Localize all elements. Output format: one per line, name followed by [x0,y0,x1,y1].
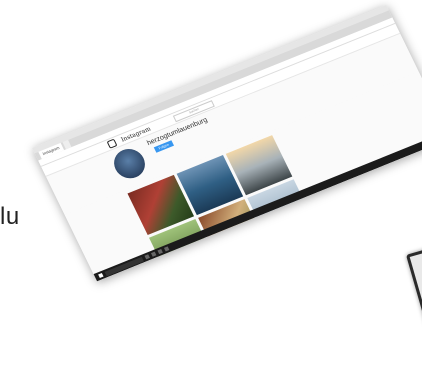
background-partial-text: lu [0,203,20,230]
windows-start-icon[interactable] [98,272,104,279]
monitor-screen: Instagram Instagram Suchen herzogtumlaue… [32,4,422,282]
taskbar-app-icon[interactable] [144,254,150,260]
second-monitor-screen [409,247,422,360]
avatar[interactable] [109,144,151,183]
taskbar-app-icon[interactable] [163,246,170,252]
taskbar-app-icon[interactable] [157,248,163,255]
second-monitor [406,243,422,371]
taskbar-app-icon[interactable] [150,251,157,257]
